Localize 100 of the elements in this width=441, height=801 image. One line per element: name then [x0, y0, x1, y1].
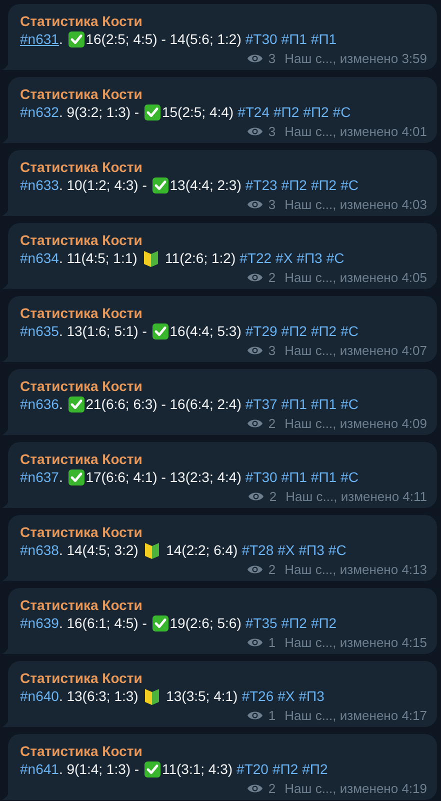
hashtag-link[interactable]: #П2 [272, 760, 298, 779]
eye-icon [247, 564, 264, 575]
message-text: 13(3:5; 4:1) [165, 687, 238, 706]
message-text: 15(2:5; 4:4) [162, 103, 234, 122]
message-meta: Наш с..., изменено 4:07 [284, 342, 427, 359]
message-text: . 14(4:5; 3:2) [58, 541, 140, 560]
hashtag-link[interactable]: #П3 [298, 687, 324, 706]
check-icon [144, 104, 161, 121]
hashtag-link[interactable]: #Т37 [245, 395, 278, 414]
hashtag-link[interactable]: #П2 [310, 614, 337, 633]
sender-name[interactable]: Статистика Кости [20, 13, 142, 30]
check-icon [68, 469, 85, 486]
hashtag-link[interactable]: #Т30 [245, 30, 278, 49]
hashtag-link[interactable]: #Т22 [240, 249, 272, 268]
sender-name[interactable]: Статистика Кости [20, 743, 142, 760]
eye-icon [248, 491, 264, 502]
check-icon [68, 396, 85, 413]
message-text: . 9(3:2; 1:3) - [58, 103, 140, 122]
hashtag-link[interactable]: #n637 [20, 468, 59, 487]
sender-name[interactable]: Статистика Кости [20, 524, 142, 541]
message-meta: Наш с..., изменено 4:03 [284, 196, 427, 213]
hashtag-link[interactable]: #n638 [20, 541, 59, 560]
sender-name[interactable]: Статистика Кости [20, 670, 142, 687]
hashtag-link[interactable]: #П2 [281, 176, 307, 195]
hashtag-link[interactable]: #n636 [20, 395, 59, 414]
message-text: . 13(6:3; 1:3) [58, 687, 140, 706]
hashtag-link[interactable]: #n633 [20, 176, 59, 195]
eye-icon [247, 345, 264, 356]
view-count: 1 [268, 634, 276, 651]
hashtag-link[interactable]: #П1 [281, 30, 307, 49]
hashtag-link[interactable]: #Т24 [238, 103, 270, 122]
hashtag-link[interactable]: #П3 [298, 541, 324, 560]
hashtag-link[interactable]: #П2 [310, 176, 337, 195]
eye-icon [247, 272, 264, 283]
sender-name[interactable]: Статистика Кости [20, 378, 142, 395]
sender-name[interactable]: Статистика Кости [20, 159, 142, 176]
view-count: 2 [268, 415, 276, 432]
eye-icon [247, 710, 264, 721]
hashtag-link[interactable]: #Т28 [242, 541, 274, 560]
hashtag-link[interactable]: #Т35 [245, 614, 278, 633]
hashtag-link[interactable]: #Х [278, 687, 295, 706]
hashtag-link[interactable]: #С [340, 468, 358, 487]
chevron-badge-icon [145, 688, 160, 706]
hashtag-link[interactable]: #П2 [303, 103, 329, 122]
hashtag-link[interactable]: #n632 [20, 103, 59, 122]
view-count: 2 [268, 561, 276, 578]
chevron-badge-icon [144, 250, 158, 268]
hashtag-link[interactable]: #П3 [296, 249, 322, 268]
hashtag-link[interactable]: #С [340, 176, 358, 195]
hashtag-link[interactable]: #Т30 [245, 468, 278, 487]
hashtag-link[interactable]: #Т23 [245, 176, 278, 195]
sender-name[interactable]: Статистика Кости [20, 305, 142, 322]
message-text: . 13(1:6; 5:1) - [58, 322, 148, 341]
message-meta: Наш с..., изменено 4:13 [284, 561, 427, 578]
hashtag-link[interactable]: #П1 [281, 468, 307, 487]
hashtag-link[interactable]: #С [332, 103, 351, 122]
sender-name[interactable]: Статистика Кости [20, 232, 142, 249]
hashtag-link[interactable]: #С [328, 541, 346, 560]
hashtag-link[interactable]: #n635 [20, 322, 59, 341]
message-meta: Наш с..., изменено 4:05 [284, 269, 427, 286]
hashtag-link[interactable]: #П2 [281, 614, 307, 633]
hashtag-link[interactable]: #П2 [302, 760, 328, 779]
message-text: 11(2:6; 1:2) [164, 249, 236, 268]
hashtag-link[interactable]: #Т26 [242, 687, 274, 706]
hashtag-link[interactable]: #n639 [20, 614, 59, 633]
message-meta: Наш с..., изменено 4:15 [284, 634, 427, 651]
hashtag-link[interactable]: #n634 [20, 249, 59, 268]
hashtag-link[interactable]: #П2 [281, 322, 307, 341]
check-icon [144, 761, 161, 778]
message-text: 19(2:6; 5:6) [170, 614, 242, 633]
hashtag-link[interactable]: #П1 [310, 30, 337, 49]
view-count: 2 [269, 488, 277, 505]
hashtag-link[interactable]: #n641 [20, 760, 59, 779]
view-count: 3 [268, 342, 276, 359]
message-text: 14(2:2; 6:4) [165, 541, 238, 560]
message-text: 16(4:4; 5:3) [170, 322, 242, 341]
eye-icon [247, 199, 264, 210]
hashtag-link[interactable]: #n640 [20, 687, 59, 706]
sender-name[interactable]: Статистика Кости [20, 451, 142, 468]
eye-icon [247, 126, 264, 137]
eye-icon [247, 418, 264, 429]
hashtag-link[interactable]: #П2 [310, 322, 337, 341]
hashtag-link[interactable]: #Х [276, 249, 293, 268]
hashtag-link[interactable]: #С [326, 249, 344, 268]
hashtag-link[interactable]: #П2 [274, 103, 300, 122]
message-meta: Наш с..., изменено 4:11 [286, 488, 427, 505]
message-meta: Наш с..., изменено 4:19 [284, 780, 427, 797]
hashtag-link[interactable]: #С [340, 322, 358, 341]
hashtag-link[interactable]: #n631 [20, 30, 59, 49]
view-count: 3 [268, 123, 276, 140]
sender-name[interactable]: Статистика Кости [20, 86, 142, 103]
hashtag-link[interactable]: #П1 [310, 468, 337, 487]
hashtag-link[interactable]: #П1 [281, 395, 307, 414]
eye-icon [247, 53, 264, 64]
hashtag-link[interactable]: #Х [278, 541, 295, 560]
hashtag-link[interactable]: #Т20 [236, 760, 268, 779]
hashtag-link[interactable]: #П1 [310, 395, 337, 414]
hashtag-link[interactable]: #С [340, 395, 358, 414]
sender-name[interactable]: Статистика Кости [20, 597, 142, 614]
hashtag-link[interactable]: #Т29 [245, 322, 278, 341]
